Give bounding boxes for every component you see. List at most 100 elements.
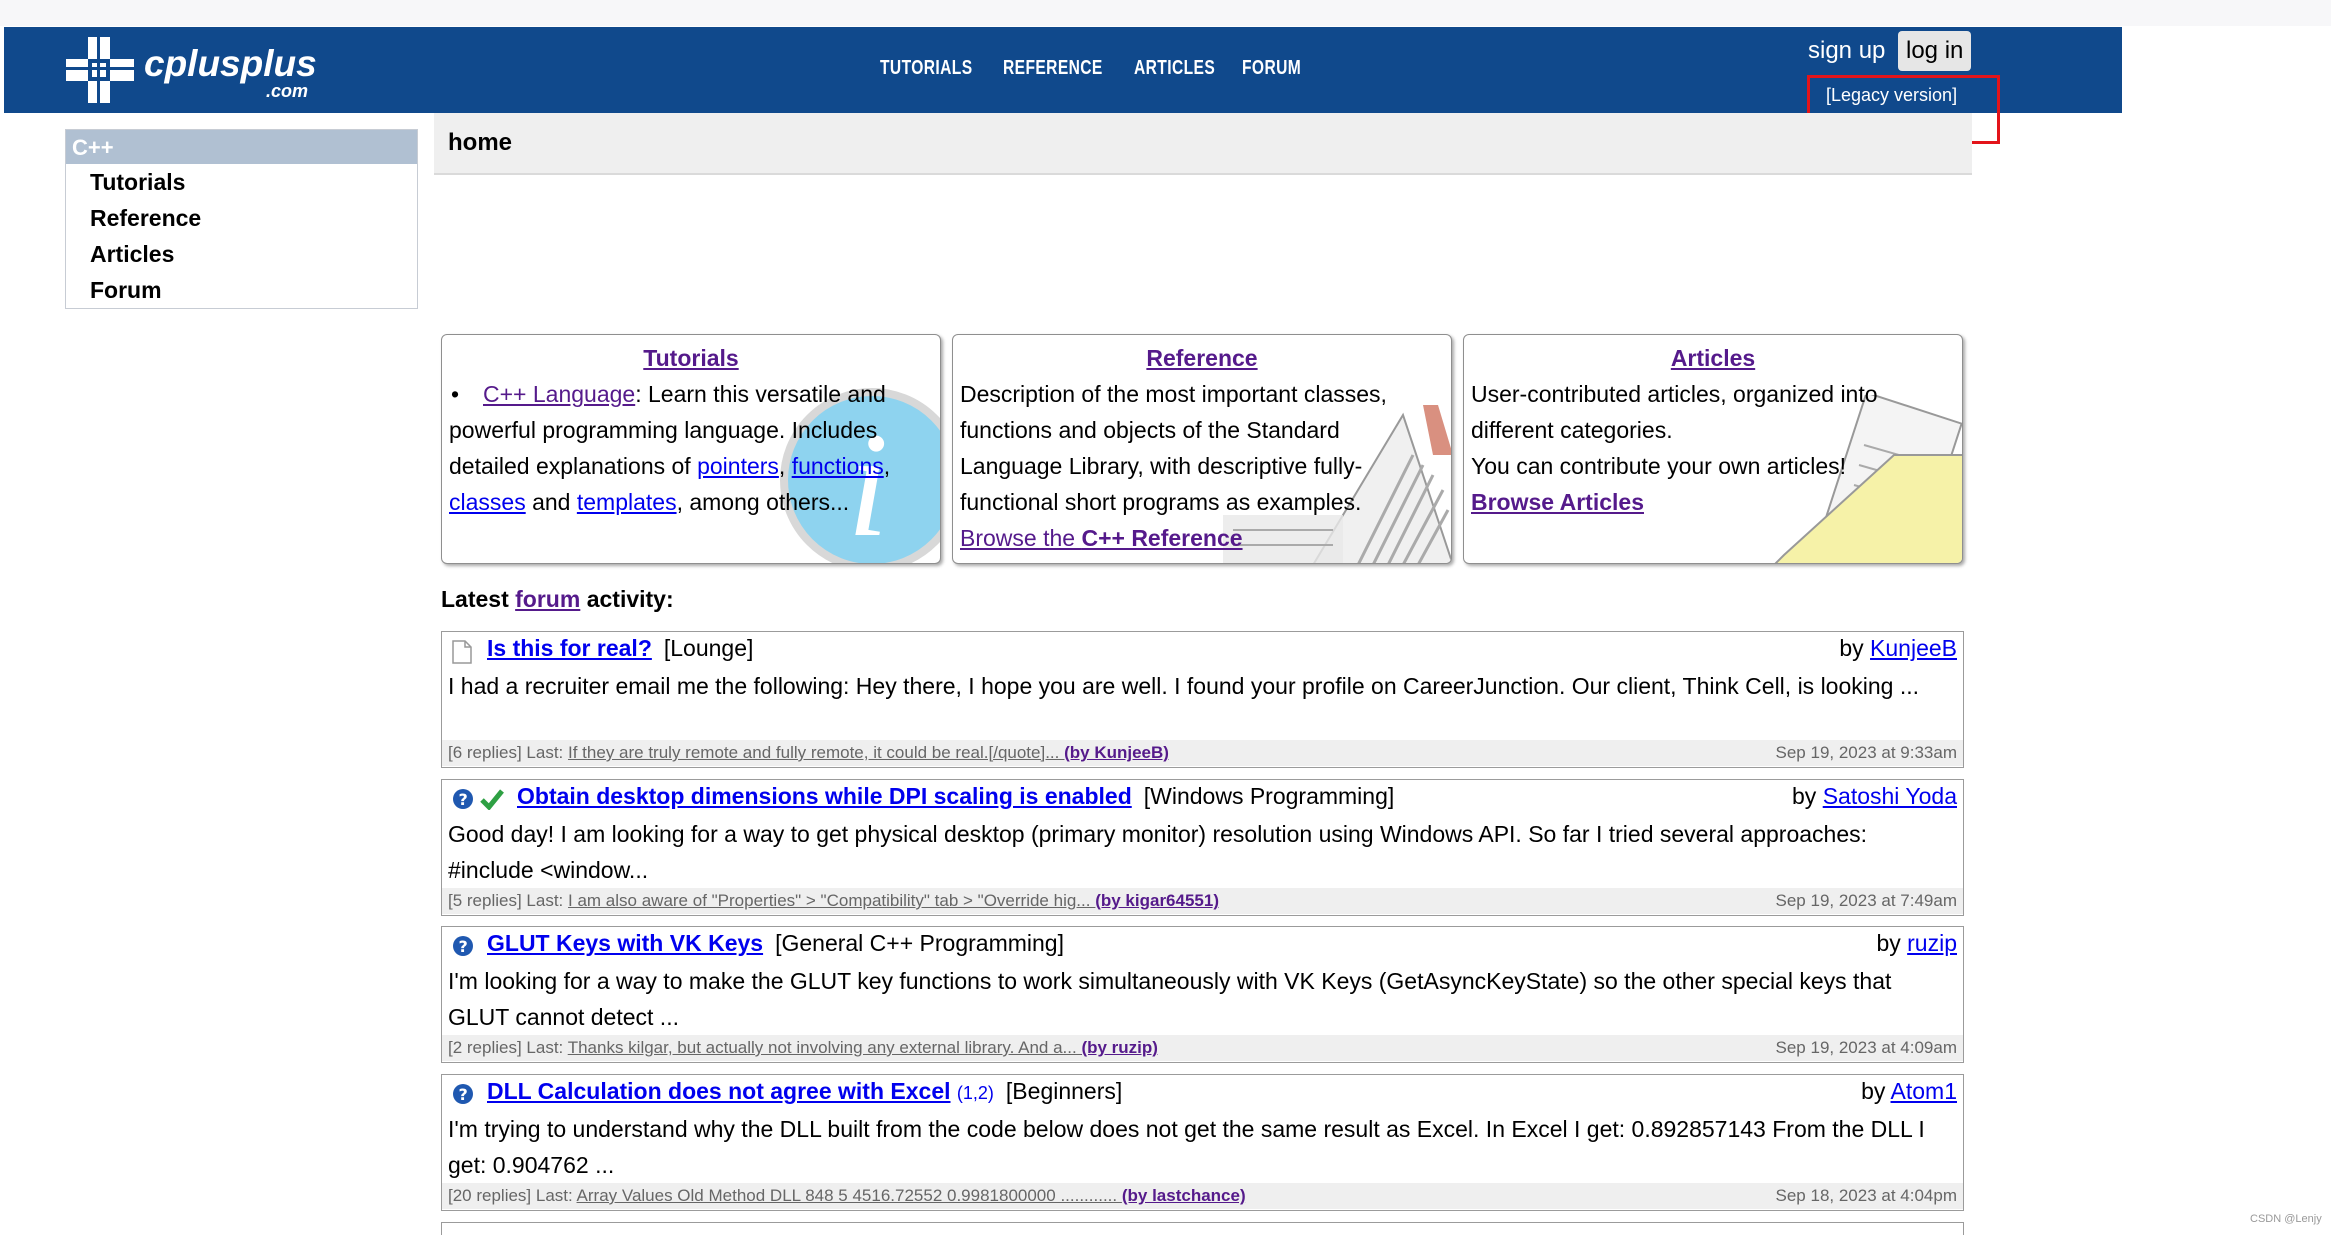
post-replies: [6 replies] Last: xyxy=(448,743,569,762)
post-title-link[interactable]: Is this for real? xyxy=(487,635,652,661)
articles-text-1: User-contributed articles, organized int… xyxy=(1471,381,1878,443)
post-meta: [5 replies] Last: I am also aware of "Pr… xyxy=(442,888,1963,914)
reference-text: Description of the most important classe… xyxy=(960,381,1387,515)
sidebar-item-forum[interactable]: Forum xyxy=(66,272,417,308)
post-author-area: by KunjeeB xyxy=(1839,635,1957,662)
articles-text-2: You can contribute your own articles! xyxy=(1471,453,1847,479)
logo-suffix: .com xyxy=(266,81,309,101)
watermark: CSDN @Lenjy xyxy=(2250,1213,2322,1225)
post-title-link[interactable]: DLL Calculation does not agree with Exce… xyxy=(487,1078,951,1104)
question-icon: ? xyxy=(453,1084,473,1104)
post-excerpt: I'm looking for a way to make the GLUT k… xyxy=(448,968,1892,1030)
post-author-area: by ruzip xyxy=(1876,930,1957,957)
sidebar-item-tutorials[interactable]: Tutorials xyxy=(66,164,417,200)
post-author-link[interactable]: Atom1 xyxy=(1891,1078,1957,1104)
post-meta: [20 replies] Last: Array Values Old Meth… xyxy=(442,1183,1963,1209)
sidebar-item-reference[interactable]: Reference xyxy=(66,200,417,236)
post-author-area: by Satoshi Yoda xyxy=(1792,783,1957,810)
sidebar-item-articles[interactable]: Articles xyxy=(66,236,417,272)
log-in-button[interactable]: log in xyxy=(1898,31,1972,71)
browse-articles-link[interactable]: Browse Articles xyxy=(1471,489,1644,515)
page-title-bar: home xyxy=(434,113,1972,175)
cpp-language-link[interactable]: C++ Language xyxy=(483,381,635,407)
sign-up-link[interactable]: sign up xyxy=(1808,37,1885,65)
post-pages-link[interactable]: (1,2) xyxy=(957,1083,994,1103)
sidebar: C++ Tutorials Reference Articles Forum xyxy=(65,129,418,309)
post-title-link[interactable]: Obtain desktop dimensions while DPI scal… xyxy=(517,783,1132,809)
post-last-reply-link[interactable]: If they are truly remote and fully remot… xyxy=(568,743,1064,762)
post-by-label: by xyxy=(1876,930,1908,956)
nav-forum[interactable]: FORUM xyxy=(1242,57,1301,80)
forum-link[interactable]: forum xyxy=(515,586,580,612)
functions-link[interactable]: functions xyxy=(792,453,884,479)
post-date: Sep 19, 2023 at 4:09am xyxy=(1775,1038,1957,1057)
site-logo[interactable]: cplusplus .com xyxy=(66,37,336,103)
nav-reference[interactable]: REFERENCE xyxy=(1003,57,1103,80)
post-category: [Windows Programming] xyxy=(1143,783,1395,809)
tutorials-tail: , among others... xyxy=(676,489,850,515)
post-date: Sep 18, 2023 at 4:04pm xyxy=(1775,1186,1957,1205)
post-last-by[interactable]: (by kigar64551) xyxy=(1095,891,1219,910)
nav-tutorials[interactable]: TUTORIALS xyxy=(880,57,972,80)
question-icon: ? xyxy=(453,936,473,956)
articles-card-title[interactable]: Articles xyxy=(1464,335,1962,372)
post-replies: [2 replies] Last: xyxy=(448,1038,568,1057)
post-meta: [6 replies] Last: If they are truly remo… xyxy=(442,740,1963,766)
browse-reference-prefix: Browse the xyxy=(960,525,1082,551)
post-date: Sep 19, 2023 at 9:33am xyxy=(1775,743,1957,762)
templates-link[interactable]: templates xyxy=(577,489,677,515)
post-title-link[interactable]: GLUT Keys with VK Keys xyxy=(487,930,763,956)
forum-post: Is this for real? [Lounge] by KunjeeB I h… xyxy=(441,631,1964,768)
post-by-label: by xyxy=(1792,783,1823,809)
post-author-link[interactable]: ruzip xyxy=(1907,930,1957,956)
post-last-by[interactable]: (by KunjeeB) xyxy=(1064,743,1169,762)
forum-post: ? GLUT Keys with VK Keys [General C++ Pro… xyxy=(441,926,1964,1063)
logo-text: cplusplus xyxy=(144,43,317,84)
browse-reference-bold: C++ Reference xyxy=(1081,525,1243,551)
browse-reference-link[interactable]: Browse the C++ Reference xyxy=(960,525,1243,551)
post-excerpt: Good day! I am looking for a way to get … xyxy=(448,821,1868,883)
browser-top-strip xyxy=(0,0,2331,26)
post-last-reply-link[interactable]: Thanks kilgar, but actually not involvin… xyxy=(568,1038,1082,1057)
and-text: and xyxy=(525,489,577,515)
post-replies: [20 replies] Last: xyxy=(448,1186,577,1205)
checkmark-icon xyxy=(480,789,504,810)
reference-card-title[interactable]: Reference xyxy=(953,335,1451,372)
latest-suffix: activity: xyxy=(580,586,674,612)
svg-text:?: ? xyxy=(459,1085,468,1104)
latest-prefix: Latest xyxy=(441,586,516,612)
forum-post-partial xyxy=(441,1222,1964,1235)
question-icon: ? xyxy=(453,789,473,809)
post-category: [Lounge] xyxy=(663,635,754,661)
post-excerpt: I had a recruiter email me the following… xyxy=(448,673,1920,699)
post-by-label: by xyxy=(1861,1078,1891,1104)
classes-link[interactable]: classes xyxy=(449,489,526,515)
browse-articles-label: Browse Articles xyxy=(1471,489,1644,515)
post-category: [General C++ Programming] xyxy=(775,930,1064,956)
post-last-reply-link[interactable]: I am also aware of "Properties" > "Compa… xyxy=(568,891,1095,910)
post-replies: [5 replies] Last: xyxy=(448,891,569,910)
latest-forum-heading: Latest forum activity: xyxy=(441,586,674,613)
post-author-link[interactable]: Satoshi Yoda xyxy=(1823,783,1957,809)
sidebar-heading[interactable]: C++ xyxy=(66,130,417,164)
svg-text:?: ? xyxy=(459,790,468,809)
post-excerpt: I'm trying to understand why the DLL bui… xyxy=(448,1116,1925,1178)
site-header: cplusplus .com TUTORIALS REFERENCE ARTIC… xyxy=(4,27,2122,113)
post-last-by[interactable]: (by ruzip) xyxy=(1081,1038,1158,1057)
pointers-link[interactable]: pointers xyxy=(697,453,779,479)
post-meta: [2 replies] Last: Thanks kilgar, but act… xyxy=(442,1035,1963,1061)
reference-card: Reference Description of the most import… xyxy=(952,334,1452,564)
post-author-link[interactable]: KunjeeB xyxy=(1870,635,1957,661)
post-last-reply-link[interactable]: Array Values Old Method DLL 848 5 4516.7… xyxy=(577,1186,1122,1205)
post-by-label: by xyxy=(1839,635,1871,661)
post-last-by[interactable]: (by lastchance) xyxy=(1122,1186,1246,1205)
tutorials-card-title[interactable]: Tutorials xyxy=(442,335,940,372)
document-icon xyxy=(452,640,472,664)
post-category: [Beginners] xyxy=(1005,1078,1123,1104)
top-nav: TUTORIALS REFERENCE ARTICLES FORUM xyxy=(880,57,1301,80)
tutorials-card: i Tutorials C++ Language: Learn this ver… xyxy=(441,334,941,564)
svg-text:?: ? xyxy=(459,937,468,956)
nav-articles[interactable]: ARTICLES xyxy=(1134,57,1215,80)
page-title: home xyxy=(448,129,513,156)
articles-card: Articles User-contributed articles, orga… xyxy=(1463,334,1963,564)
